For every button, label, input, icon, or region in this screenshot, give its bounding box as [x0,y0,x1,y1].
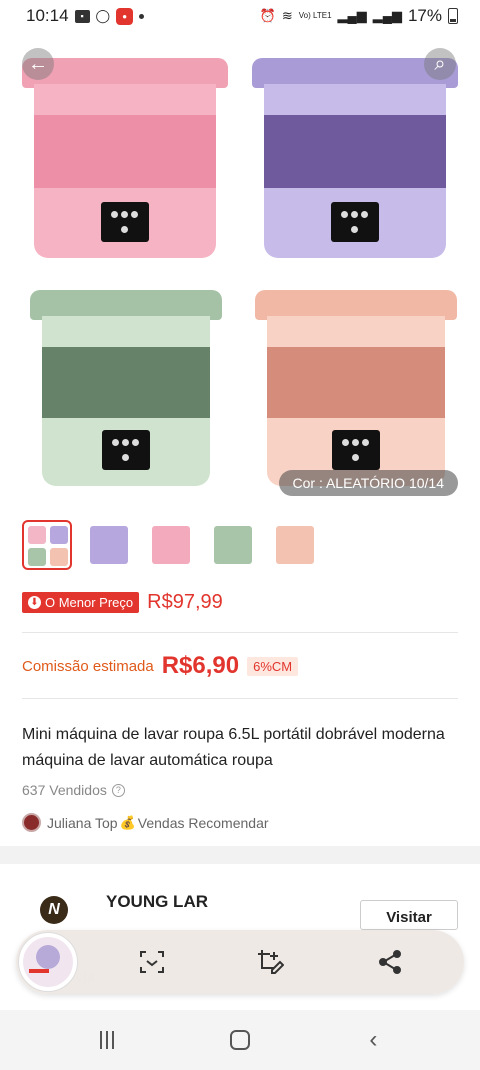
recommender-name: Juliana Top [47,814,118,831]
thumbnail-strip [22,520,320,570]
product-image-pink [22,58,228,258]
commission-rate-badge: 6%CM [247,656,299,676]
status-time: 10:14 [26,6,69,25]
arrow-left-icon: ← [28,52,48,75]
network-label: Vo) LTE1 [298,11,332,20]
sold-count-row: 637 Vendidos ? [22,782,125,798]
screenshot-preview[interactable] [18,932,78,992]
commission-row: Comissão estimada R$6,90 6%CM [22,652,299,680]
app-icon: ● [116,7,134,25]
control-panel [100,202,149,242]
product-image-gallery[interactable]: ← ⌕ Cor : ALEATÓRIO 10/14 [0,32,480,508]
sold-count: 637 Vendidos [22,782,107,798]
help-icon[interactable]: ? [111,783,125,797]
control-panel [101,430,150,470]
thumbnail-2[interactable] [84,520,134,570]
thumbnail-4[interactable] [208,520,258,570]
lowest-price-label: O Menor Preço [45,595,134,610]
share-icon[interactable] [374,946,406,978]
thumbnail-5[interactable] [270,520,320,570]
visit-store-button[interactable]: Visitar [360,900,458,930]
crop-edit-icon[interactable] [254,946,286,978]
store-logo[interactable]: N [40,896,68,924]
recent-apps-icon [99,1031,114,1049]
divider [22,698,458,699]
chevron-left-icon: ‹ [369,1026,378,1053]
arrow-down-icon: ⬇ [28,596,41,609]
section-separator [0,846,480,864]
thumbnail-3[interactable] [146,520,196,570]
product-image-peach [255,290,457,486]
back-button[interactable]: ← [22,48,54,80]
image-counter: Cor : ALEATÓRIO 10/14 [278,470,458,496]
gallery-icon: ▪ [74,9,90,23]
whatsapp-icon: ◯ [95,8,111,23]
lowest-price-badge: ⬇ O Menor Preço [22,592,140,613]
thumbnail-1[interactable] [22,520,72,570]
system-nav-bar: ‹ [0,1010,480,1070]
money-bag-icon: 💰 [119,814,136,830]
recommender-row[interactable]: Juliana Top 💰 Vendas Recomendar [22,813,269,832]
notification-dot-icon [139,13,145,19]
home-icon [229,1030,250,1050]
recommend-suffix: Vendas Recomendar [137,814,269,831]
signal-icon-2: ▂▄▆ [372,8,402,23]
home-button[interactable] [220,1020,260,1060]
scan-icon[interactable] [136,946,168,978]
status-left: 10:14 ▪ ◯ ● [26,6,145,26]
control-panel [330,202,379,242]
product-title: Mini máquina de lavar roupa 6.5L portáti… [22,726,445,769]
status-right: ⏰ ≋ Vo) LTE1 ▂▄▆ ▂▄▆ 17% [260,6,458,26]
recent-apps-button[interactable] [87,1020,127,1060]
search-button[interactable]: ⌕ [424,48,456,80]
screenshot-toolbar [16,930,464,994]
price-row: ⬇ O Menor Preço R$97,99 [22,591,223,614]
store-name[interactable]: YOUNG LAR [106,892,208,912]
signal-icon: ▂▄▆ [337,8,367,23]
product-image-green [30,290,222,486]
status-bar: 10:14 ▪ ◯ ● ⏰ ≋ Vo) LTE1 ▂▄▆ ▂▄▆ 17% [0,0,480,32]
commission-label: Comissão estimada [22,657,154,675]
control-panel [331,430,380,470]
alarm-icon: ⏰ [259,8,276,23]
battery-percent: 17% [407,6,442,25]
wifi-icon: ≋ [281,8,293,23]
search-icon: ⌕ [434,52,446,75]
recommender-text: Juliana Top 💰 Vendas Recomendar [47,815,269,831]
product-price: R$97,99 [147,591,223,613]
avatar [22,813,41,832]
product-image-purple [252,58,458,258]
back-nav-button[interactable]: ‹ [353,1020,393,1060]
commission-value: R$6,90 [161,652,240,679]
battery-icon [448,8,458,24]
divider [22,632,458,633]
